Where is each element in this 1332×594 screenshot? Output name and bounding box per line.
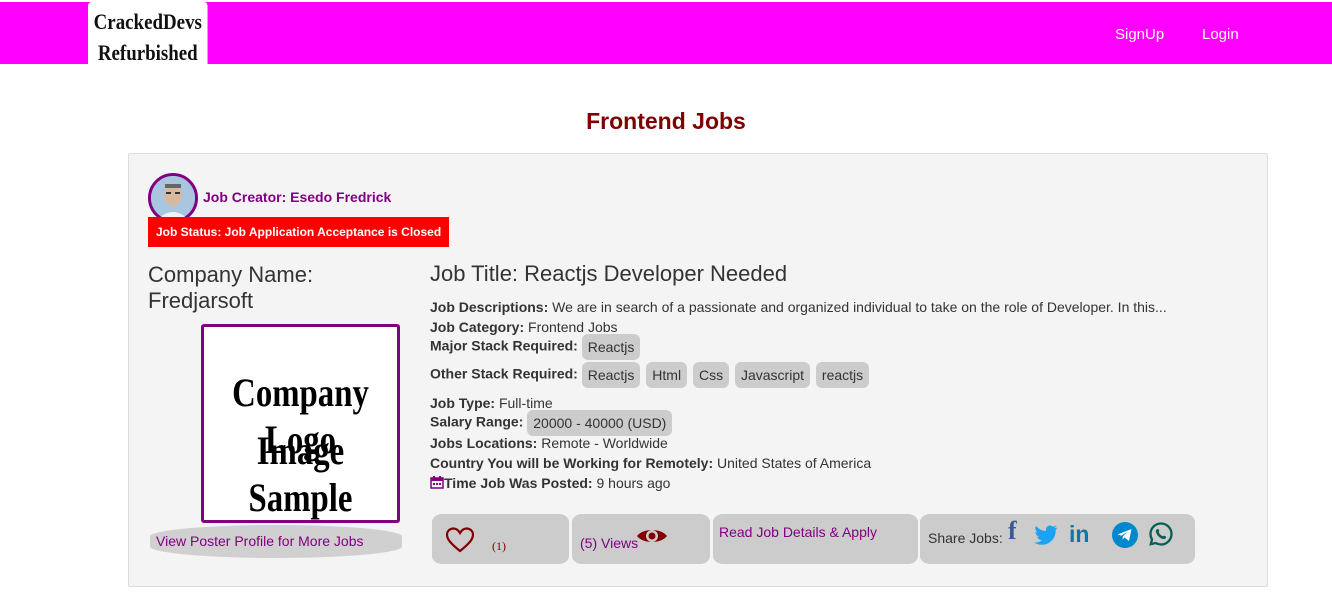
other-stack-label: Other Stack Required: — [430, 365, 578, 382]
twitter-icon[interactable] — [1034, 525, 1058, 545]
signup-link[interactable]: SignUp — [1115, 26, 1164, 43]
location-value: Remote - Worldwide — [541, 435, 668, 451]
logo-text-line-2: Image Sample — [248, 428, 353, 520]
salary-label: Salary Range: — [430, 413, 524, 430]
descriptions-value: We are in search of a passionate and org… — [552, 299, 1167, 315]
country-label: Country You will be Working for Remotely… — [430, 455, 714, 471]
job-card: Job Creator: Esedo Fredrick Job Status: … — [128, 153, 1268, 587]
company-name: Company Name: Fredjarsoft — [148, 262, 314, 313]
linkedin-icon[interactable]: in — [1069, 521, 1089, 548]
major-stack: Major Stack Required: Reactjs — [430, 334, 642, 360]
other-stack-tag: Javascript — [734, 362, 811, 388]
views-count: (5) Views — [580, 535, 639, 551]
heart-icon — [446, 527, 474, 553]
category-label: Job Category: — [430, 319, 525, 335]
other-stack-tag: reactjs — [815, 362, 870, 388]
views-counter: (5) Views — [572, 514, 710, 564]
like-button[interactable]: (1) — [432, 514, 569, 564]
time-posted: Time Job Was Posted: 9 hours ago — [430, 475, 670, 491]
job-location: Jobs Locations: Remote - Worldwide — [430, 435, 668, 451]
job-type: Job Type: Full-time — [430, 395, 553, 411]
other-stack: Other Stack Required: Reactjs Html Css J… — [430, 362, 871, 388]
major-stack-label: Major Stack Required: — [430, 337, 578, 354]
brand-logo[interactable]: CrackedDevs Refurbished — [88, 2, 208, 72]
job-creator[interactable]: Job Creator: Esedo Fredrick — [203, 189, 391, 205]
job-category: Job Category: Frontend Jobs — [430, 319, 618, 335]
other-stack-tag: Reactjs — [581, 362, 641, 388]
eye-icon — [637, 530, 667, 542]
brand-line-1: CrackedDevs — [93, 9, 202, 34]
page-title: Frontend Jobs — [586, 108, 746, 134]
job-type-label: Job Type: — [430, 395, 496, 411]
share-label: Share Jobs: — [928, 530, 1003, 546]
descriptions-label: Job Descriptions: — [430, 299, 549, 315]
read-apply-label: Read Job Details & Apply — [719, 524, 877, 540]
job-country: Country You will be Working for Remotely… — [430, 455, 871, 471]
like-count: (1) — [492, 539, 506, 553]
country-value: United States of America — [717, 455, 872, 471]
view-profile-link[interactable]: View Poster Profile for More Jobs — [150, 525, 402, 558]
job-status-badge: Job Status: Job Application Acceptance i… — [148, 217, 450, 247]
other-stack-tag: Html — [646, 362, 688, 388]
job-descriptions: Job Descriptions: We are in search of a … — [430, 299, 1167, 315]
whatsapp-icon[interactable] — [1149, 522, 1173, 546]
read-apply-button[interactable]: Read Job Details & Apply — [713, 514, 918, 564]
avatar-image — [151, 176, 195, 220]
login-link[interactable]: Login — [1202, 26, 1239, 43]
salary-tag: 20000 - 40000 (USD) — [527, 410, 673, 436]
location-label: Jobs Locations: — [430, 435, 538, 451]
telegram-icon[interactable] — [1112, 522, 1138, 548]
category-value: Frontend Jobs — [528, 319, 618, 335]
facebook-icon[interactable]: f — [1008, 516, 1017, 546]
calendar-icon — [430, 476, 444, 489]
job-type-value: Full-time — [498, 395, 553, 411]
other-stack-tag: Css — [692, 362, 730, 388]
posted-value: 9 hours ago — [596, 475, 671, 491]
job-title: Job Title: Reactjs Developer Needed — [430, 261, 788, 286]
brand-line-2: Refurbished — [97, 40, 198, 65]
salary-range: Salary Range: 20000 - 40000 (USD) — [430, 410, 674, 436]
company-logo: Company Logo Image Sample — [201, 324, 400, 523]
posted-label: Time Job Was Posted: — [444, 475, 593, 491]
creator-avatar[interactable] — [148, 173, 198, 223]
major-stack-tag: Reactjs — [581, 334, 641, 360]
top-navbar: CrackedDevs Refurbished SignUp Login — [0, 2, 1332, 72]
